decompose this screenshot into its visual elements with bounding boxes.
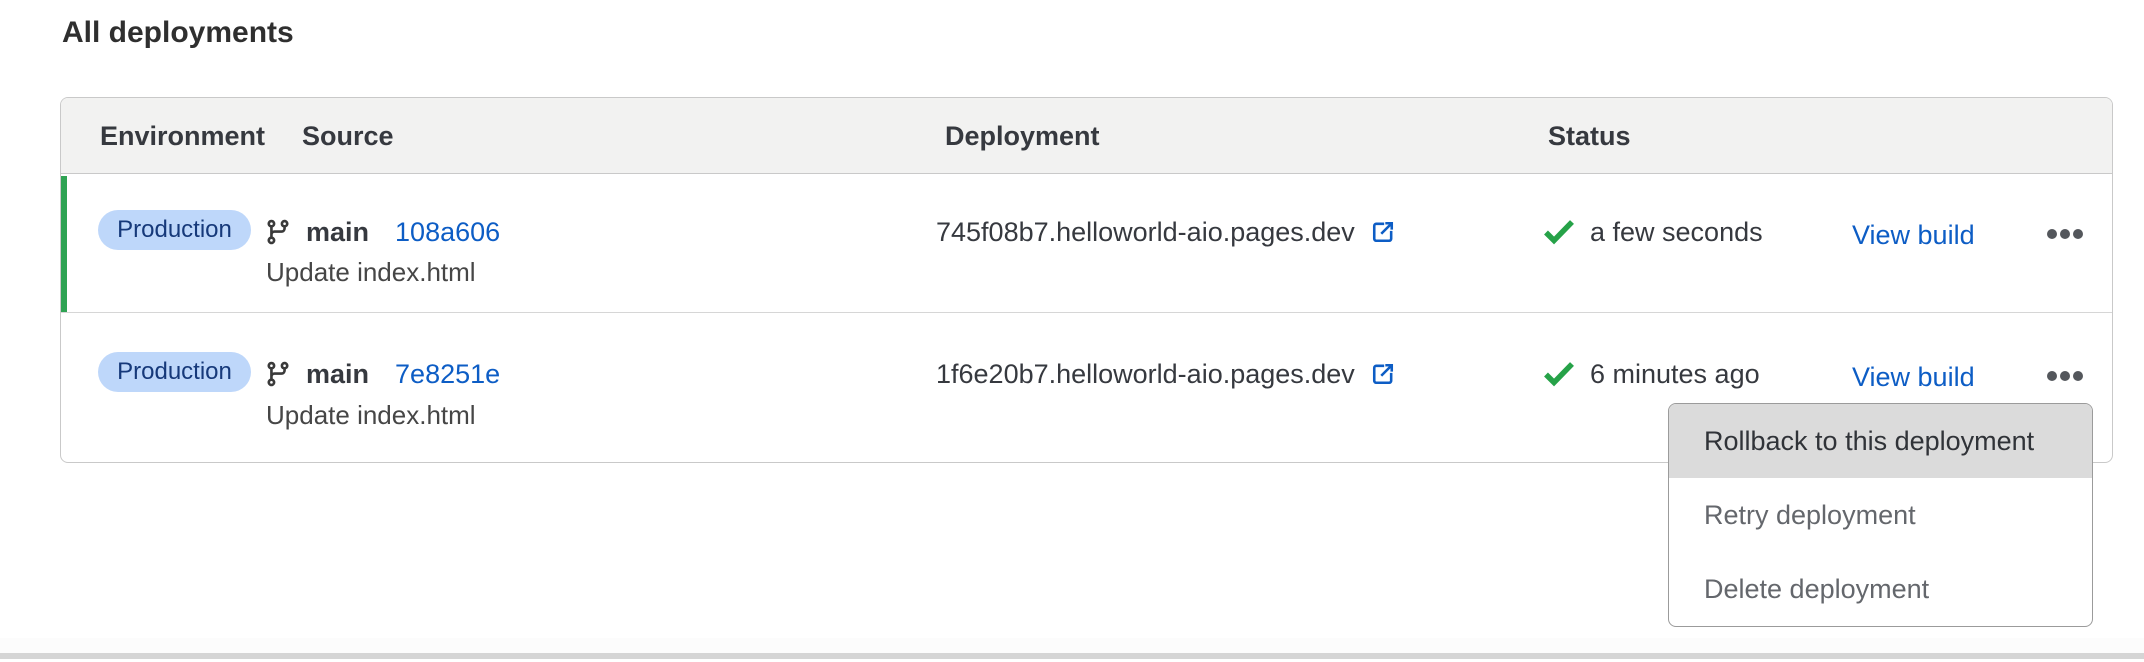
menu-item-retry[interactable]: Retry deployment	[1669, 478, 2092, 552]
deployment-url: 745f08b7.helloworld-aio.pages.dev	[936, 217, 1355, 248]
commit-link[interactable]: 108a606	[395, 217, 500, 248]
column-header-status: Status	[1548, 98, 1631, 174]
menu-item-rollback[interactable]: Rollback to this deployment	[1669, 404, 2092, 478]
section-divider	[0, 653, 2144, 659]
view-build-link[interactable]: View build	[1852, 220, 1975, 251]
deployments-page: All deployments Environment Source Deplo…	[0, 0, 2144, 662]
check-icon	[1543, 219, 1575, 245]
status-cell: a few seconds	[1543, 217, 1763, 247]
more-actions-button[interactable]	[2045, 223, 2085, 245]
table-header: Environment Source Deployment Status	[61, 98, 2112, 174]
column-header-source: Source	[302, 98, 394, 174]
deployment-row-current: Production main 108a606 Update index.htm…	[61, 175, 2112, 313]
ellipsis-dot	[2073, 229, 2083, 239]
commit-message: Update index.html	[266, 257, 476, 288]
git-branch-icon	[264, 218, 292, 246]
menu-item-delete[interactable]: Delete deployment	[1669, 552, 2092, 626]
external-link-icon[interactable]	[1369, 360, 1397, 388]
branch-name: main	[306, 359, 369, 390]
ellipsis-dot	[2047, 229, 2057, 239]
deployment-url: 1f6e20b7.helloworld-aio.pages.dev	[936, 359, 1355, 390]
column-header-environment: Environment	[100, 98, 265, 174]
section-background-strip	[0, 638, 2144, 653]
status-cell: 6 minutes ago	[1543, 359, 1760, 389]
status-time: 6 minutes ago	[1590, 359, 1760, 390]
external-link-icon[interactable]	[1369, 218, 1397, 246]
branch-name: main	[306, 217, 369, 248]
check-icon	[1543, 361, 1575, 387]
deployment-cell: 745f08b7.helloworld-aio.pages.dev	[936, 217, 1397, 247]
deployment-cell: 1f6e20b7.helloworld-aio.pages.dev	[936, 359, 1397, 389]
view-build-link[interactable]: View build	[1852, 362, 1975, 393]
more-actions-button[interactable]	[2045, 365, 2085, 387]
environment-badge: Production	[98, 210, 251, 250]
ellipsis-dot	[2060, 229, 2070, 239]
page-title: All deployments	[62, 14, 294, 52]
column-header-deployment: Deployment	[945, 98, 1100, 174]
ellipsis-dot	[2073, 371, 2083, 381]
status-time: a few seconds	[1590, 217, 1763, 248]
commit-link[interactable]: 7e8251e	[395, 359, 500, 390]
ellipsis-dot	[2060, 371, 2070, 381]
source-cell: main 7e8251e	[264, 359, 500, 389]
current-deployment-indicator	[61, 176, 67, 312]
deployment-context-menu: Rollback to this deployment Retry deploy…	[1668, 403, 2093, 627]
commit-message: Update index.html	[266, 400, 476, 431]
ellipsis-dot	[2047, 371, 2057, 381]
git-branch-icon	[264, 360, 292, 388]
environment-badge: Production	[98, 352, 251, 392]
source-cell: main 108a606	[264, 217, 500, 247]
